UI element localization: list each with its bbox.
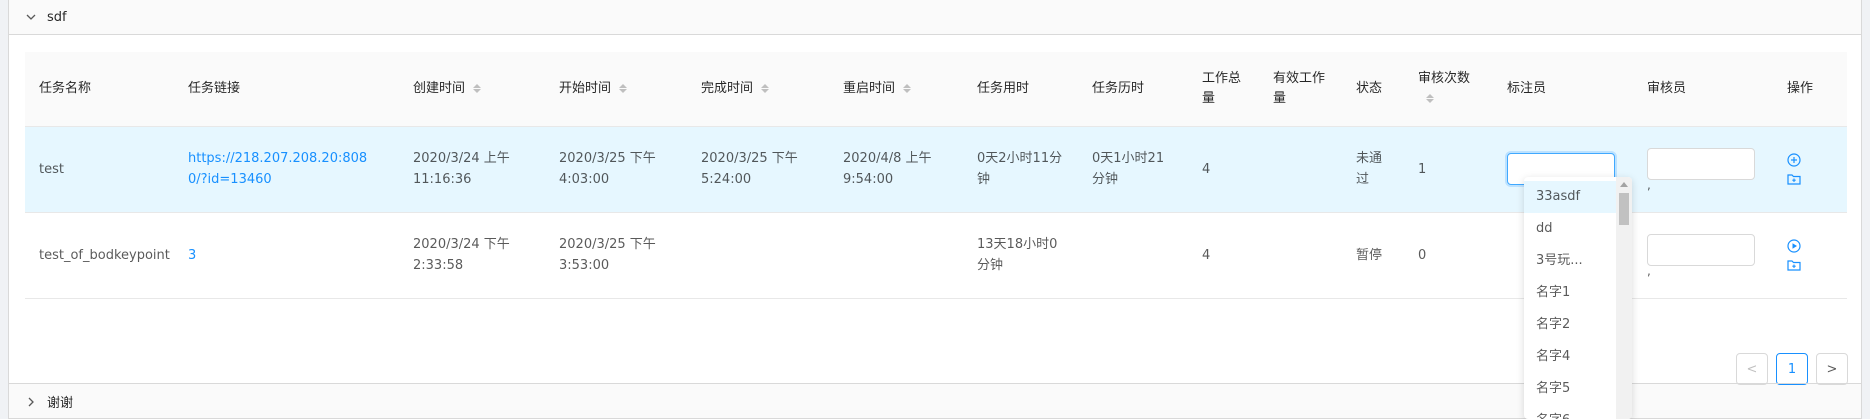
col-header-task-link: 任务链接: [174, 52, 399, 127]
col-header-started[interactable]: 开始时间: [545, 52, 687, 127]
cell-started: 2020/3/25 下午3:53:00: [545, 212, 687, 299]
col-header-task-name: 任务名称: [25, 52, 174, 127]
cell-reviews: 1: [1404, 126, 1493, 213]
dropdown-scrollbar[interactable]: [1616, 177, 1632, 419]
sort-icon[interactable]: [473, 83, 482, 93]
cell-link: https://218.207.208.20:8080/?id=13460: [174, 126, 399, 213]
col-header-reviewer: 审核员: [1633, 52, 1773, 127]
col-header-actions: 操作: [1773, 52, 1847, 127]
cell-finished: [687, 212, 829, 299]
col-header-annotator: 标注员: [1493, 52, 1633, 127]
cell-restarted: 2020/4/8 上午9:54:00: [829, 126, 963, 213]
page-1-button[interactable]: 1: [1776, 353, 1808, 385]
col-header-effective: 有效工作量: [1259, 52, 1342, 127]
reviewer-separator: ,: [1647, 178, 1651, 192]
panel-header-sdf[interactable]: sdf: [9, 0, 1861, 34]
col-header-total: 工作总量: [1188, 52, 1259, 127]
table-header-row: 任务名称 任务链接 创建时间 开始时间 完成时间 重启时间 任务用时 任务历时 …: [25, 52, 1847, 127]
cell-started: 2020/3/25 下午4:03:00: [545, 126, 687, 213]
cell-total: 4: [1188, 212, 1259, 299]
chevron-down-icon: [25, 11, 37, 23]
panel-title: sdf: [47, 9, 67, 25]
col-header-created[interactable]: 创建时间: [399, 52, 545, 127]
cell-elapsed: [1078, 212, 1188, 299]
scroll-up-icon[interactable]: [1620, 182, 1628, 187]
cell-name: test_of_bodkeypoint: [25, 212, 174, 299]
cell-link: 3: [174, 212, 399, 299]
col-header-finished[interactable]: 完成时间: [687, 52, 829, 127]
task-link[interactable]: https://218.207.208.20:8080/?id=13460: [188, 151, 367, 187]
cell-actions: [1773, 126, 1847, 213]
cell-effective: [1259, 212, 1342, 299]
cell-effective: [1259, 126, 1342, 213]
cell-elapsed: 0天1小时21分钟: [1078, 126, 1188, 213]
scroll-thumb[interactable]: [1619, 193, 1629, 225]
cell-reviewer: ,: [1633, 212, 1773, 299]
col-header-reviews[interactable]: 审核次数: [1404, 52, 1493, 127]
prev-page-button[interactable]: <: [1736, 353, 1768, 385]
dropdown-option[interactable]: 名字2: [1524, 309, 1616, 341]
sort-icon[interactable]: [903, 83, 912, 93]
dropdown-option[interactable]: 3号玩...: [1524, 245, 1616, 277]
sort-icon[interactable]: [1426, 93, 1434, 103]
folder-icon[interactable]: [1787, 259, 1801, 271]
dropdown-option[interactable]: 名字6: [1524, 405, 1616, 419]
cell-used: 13天18小时0分钟: [963, 212, 1078, 299]
cell-restarted: [829, 212, 963, 299]
dropdown-option[interactable]: 名字5: [1524, 373, 1616, 405]
col-header-status: 状态: [1342, 52, 1404, 127]
cell-reviews: 0: [1404, 212, 1493, 299]
reviewer-separator: ,: [1647, 264, 1651, 278]
cell-actions: [1773, 212, 1847, 299]
annotator-dropdown: 33asdf dd 3号玩... 名字1 名字2 名字4 名字5 名字6: [1524, 177, 1632, 419]
dropdown-option[interactable]: 名字1: [1524, 277, 1616, 309]
cell-used: 0天2小时11分钟: [963, 126, 1078, 213]
dropdown-option[interactable]: 名字4: [1524, 341, 1616, 373]
cell-created: 2020/3/24 上午11:16:36: [399, 126, 545, 213]
col-header-restarted[interactable]: 重启时间: [829, 52, 963, 127]
play-icon[interactable]: [1787, 239, 1801, 253]
chevron-right-icon: [25, 396, 37, 408]
cell-reviewer: ,: [1633, 126, 1773, 213]
folder-icon[interactable]: [1787, 173, 1801, 185]
cell-status: 未通过: [1342, 126, 1404, 213]
cell-status: 暂停: [1342, 212, 1404, 299]
panel-title: 谢谢: [47, 396, 74, 411]
dropdown-option[interactable]: 33asdf: [1524, 181, 1616, 213]
next-page-button[interactable]: >: [1816, 353, 1848, 385]
reviewer-select[interactable]: [1647, 148, 1755, 180]
cell-name: test: [25, 126, 174, 213]
sort-icon[interactable]: [619, 83, 628, 93]
col-header-used: 任务用时: [963, 52, 1078, 127]
dropdown-option[interactable]: dd: [1524, 213, 1616, 245]
cell-total: 4: [1188, 126, 1259, 213]
start-icon[interactable]: [1787, 153, 1801, 167]
cell-created: 2020/3/24 下午2:33:58: [399, 212, 545, 299]
task-link[interactable]: 3: [188, 248, 196, 263]
col-header-elapsed: 任务历时: [1078, 52, 1188, 127]
reviewer-select[interactable]: [1647, 234, 1755, 266]
pagination: < 1 >: [1736, 353, 1848, 385]
sort-icon[interactable]: [761, 83, 770, 93]
cell-finished: 2020/3/25 下午5:24:00: [687, 126, 829, 213]
